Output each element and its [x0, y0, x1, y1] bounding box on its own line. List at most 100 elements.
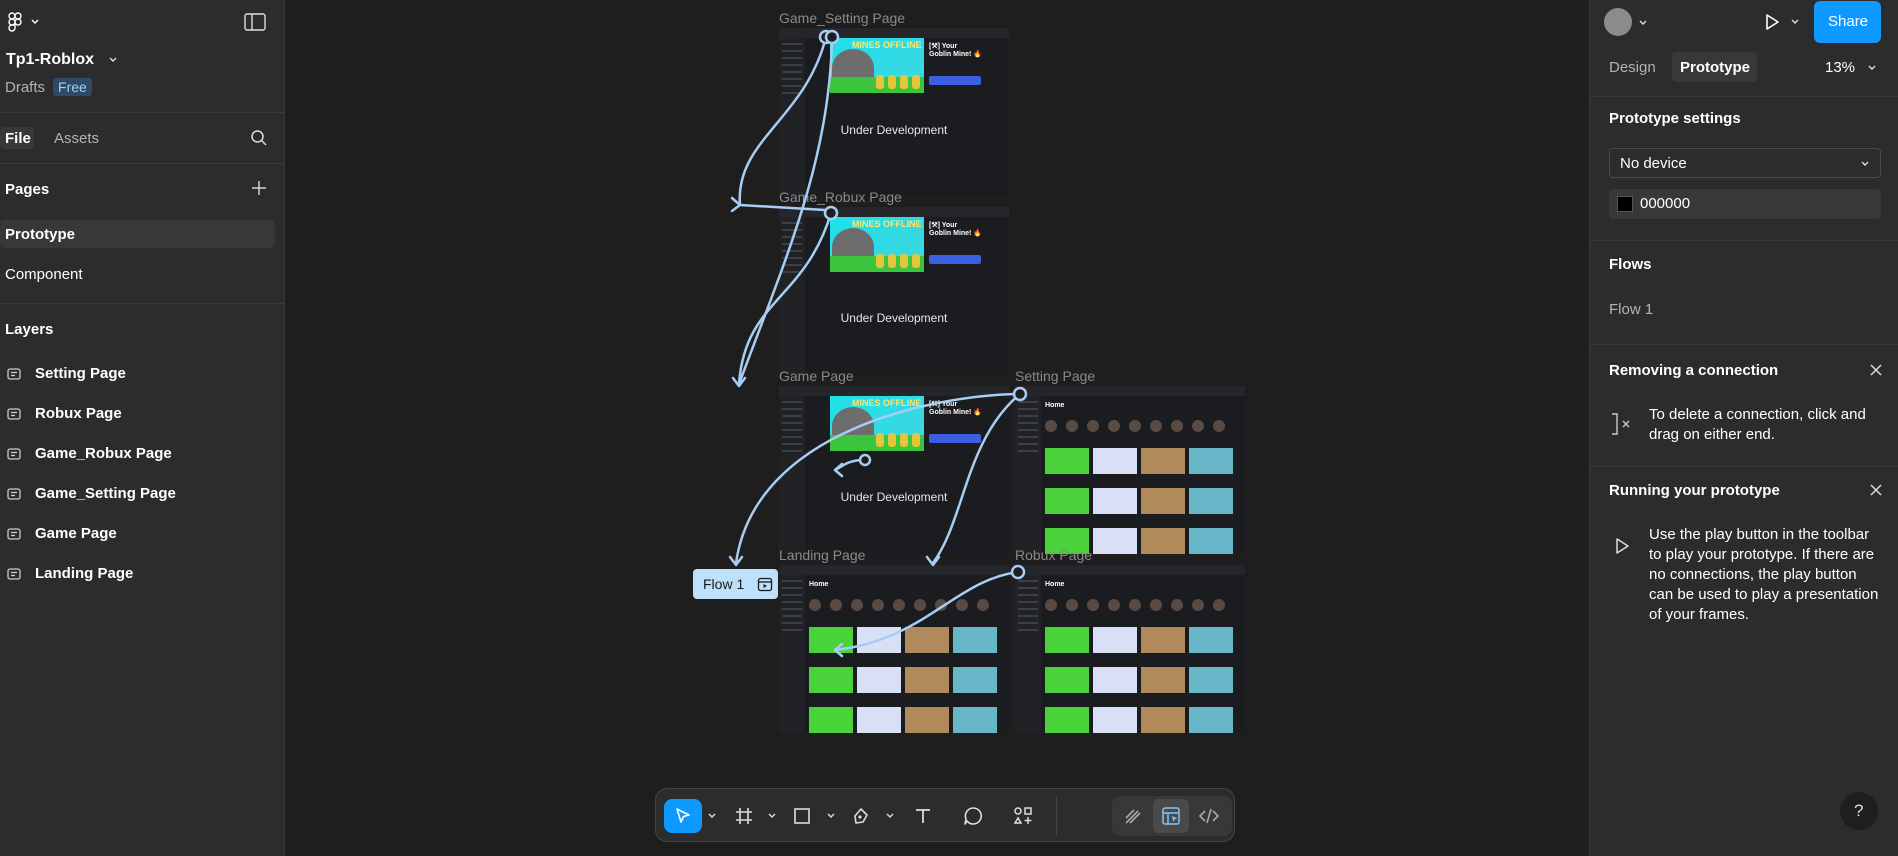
color-hex-value[interactable]: 000000	[1640, 195, 1690, 212]
frame-tool-button[interactable]	[726, 799, 762, 833]
share-button[interactable]: Share	[1814, 1, 1881, 43]
tab-prototype[interactable]: Prototype	[1672, 52, 1757, 82]
arrowhead	[728, 555, 744, 567]
side-nav	[779, 396, 805, 554]
help-button[interactable]: ?	[1840, 792, 1878, 830]
frame-layer-icon	[7, 367, 21, 380]
zoom-control[interactable]: 13%	[1825, 59, 1877, 76]
present-play-icon[interactable]	[1762, 12, 1782, 32]
text-tool-button[interactable]	[905, 799, 941, 833]
actions-tool-button[interactable]	[1005, 799, 1041, 833]
shape-tool-button[interactable]	[784, 799, 820, 833]
flow-start-tag[interactable]: Flow 1	[693, 569, 778, 599]
pen-icon	[854, 808, 868, 824]
page-item-component[interactable]: Component	[0, 260, 275, 288]
tiles-row	[809, 627, 997, 653]
game-title-line: Goblin Mine! 🔥	[929, 51, 983, 58]
tab-design[interactable]: Design	[1609, 59, 1656, 76]
flow-item[interactable]: Flow 1	[1609, 301, 1653, 318]
drafts-link[interactable]: Drafts	[5, 79, 45, 96]
shape-tool-chevron[interactable]	[824, 799, 838, 833]
color-swatch[interactable]	[1617, 196, 1633, 212]
arrowhead	[925, 555, 941, 567]
layer-landing-page[interactable]: Landing Page	[7, 565, 133, 582]
tiles-row	[1045, 448, 1233, 474]
removing-connection-heading: Removing a connection	[1609, 362, 1779, 379]
close-icon[interactable]	[1868, 362, 1884, 378]
chevron-down-icon[interactable]	[1790, 17, 1800, 27]
close-icon[interactable]	[1868, 482, 1884, 498]
pen-tool-chevron[interactable]	[883, 799, 897, 833]
layer-label: Setting Page	[35, 365, 126, 382]
game-title: [⚒] Your Goblin Mine! 🔥	[929, 401, 982, 417]
zoom-value: 13%	[1825, 59, 1856, 76]
user-avatar-button[interactable]	[1604, 8, 1650, 36]
file-name-button[interactable]: Tp1-Roblox	[6, 51, 118, 69]
text-icon	[916, 809, 930, 823]
frame-setting[interactable]: Home	[1015, 386, 1245, 554]
flows-heading: Flows	[1609, 256, 1652, 273]
frame-game-setting[interactable]: MINES OFFLINE [⚒] Your Goblin Mine! 🔥 Und…	[779, 28, 1009, 196]
frame-label-landing[interactable]: Landing Page	[779, 547, 865, 563]
top-bar	[779, 565, 1009, 575]
rectangle-icon	[794, 808, 810, 824]
frame-game[interactable]: MINES OFFLINE [⚒] Your Goblin Mine! 🔥 Und…	[779, 386, 1009, 554]
side-nav	[779, 38, 805, 196]
page-item-prototype[interactable]: Prototype	[0, 220, 275, 248]
arrowhead	[730, 196, 742, 213]
tiles-row	[1045, 627, 1233, 653]
home-heading: Home	[809, 581, 829, 588]
pen-tool-button[interactable]	[843, 799, 879, 833]
layer-robux-page[interactable]: Robux Page	[7, 405, 122, 422]
frame-landing[interactable]: Home	[779, 565, 1009, 733]
add-page-icon[interactable]	[251, 180, 267, 196]
frame-label-setting[interactable]: Setting Page	[1015, 368, 1095, 384]
banner-title: MINES OFFLINE	[852, 40, 922, 50]
layer-game-page[interactable]: Game Page	[7, 525, 117, 542]
tab-file[interactable]: File	[0, 127, 34, 149]
frame-robux[interactable]: Home	[1015, 565, 1245, 733]
frame-game-robux[interactable]: MINES OFFLINE [⚒] Your Goblin Mine! 🔥 Und…	[779, 207, 1009, 375]
move-tool-chevron[interactable]	[705, 799, 719, 833]
search-icon[interactable]	[250, 129, 268, 147]
comment-icon	[964, 807, 982, 825]
frame-tool-chevron[interactable]	[765, 799, 779, 833]
draw-mode-button[interactable]	[1115, 799, 1151, 833]
draw-icon	[1125, 809, 1141, 824]
canvas[interactable]: Game_Setting Page MINES OFFLINE [⚒] Your…	[285, 0, 1590, 856]
layer-game-setting-page[interactable]: Game_Setting Page	[7, 485, 176, 502]
game-thumbnail: MINES OFFLINE	[830, 217, 924, 272]
play-flow-icon[interactable]	[757, 576, 773, 592]
frame-label-game-setting[interactable]: Game_Setting Page	[779, 10, 905, 26]
friends-row	[1045, 420, 1225, 432]
layer-game-robux-page[interactable]: Game_Robux Page	[7, 445, 172, 462]
game-title-line: [⚒] Your	[929, 43, 958, 50]
frame-label-robux[interactable]: Robux Page	[1015, 547, 1092, 563]
banner-title: MINES OFFLINE	[852, 398, 922, 408]
frame-label-game[interactable]: Game Page	[779, 368, 854, 384]
layer-label: Game Page	[35, 525, 117, 542]
comment-tool-button[interactable]	[955, 799, 991, 833]
frame-label-game-robux[interactable]: Game_Robux Page	[779, 189, 902, 205]
device-select[interactable]: No device	[1609, 148, 1881, 178]
running-prototype-heading: Running your prototype	[1609, 482, 1780, 499]
frame-layer-icon	[7, 407, 21, 420]
tab-assets[interactable]: Assets	[54, 130, 99, 147]
disconnect-icon	[1612, 413, 1630, 435]
move-tool-button[interactable]	[664, 799, 702, 833]
removing-connection-body: To delete a connection, click and drag o…	[1649, 406, 1866, 443]
main-menu-button[interactable]	[6, 11, 42, 33]
design-prototype-mode-button[interactable]	[1153, 799, 1189, 833]
banner-title: MINES OFFLINE	[852, 219, 922, 229]
device-value: No device	[1620, 155, 1687, 172]
home-heading: Home	[1045, 402, 1065, 409]
chevron-down-icon	[708, 813, 716, 818]
side-nav	[1015, 575, 1041, 733]
chevron-down-icon	[1868, 65, 1876, 70]
frame-layer-icon	[7, 487, 21, 500]
sidebar-toggle-icon[interactable]	[244, 13, 266, 31]
background-color-field[interactable]: 000000	[1609, 189, 1881, 219]
dev-mode-button[interactable]	[1191, 799, 1227, 833]
play-button	[929, 255, 981, 264]
layer-setting-page[interactable]: Setting Page	[7, 365, 126, 382]
